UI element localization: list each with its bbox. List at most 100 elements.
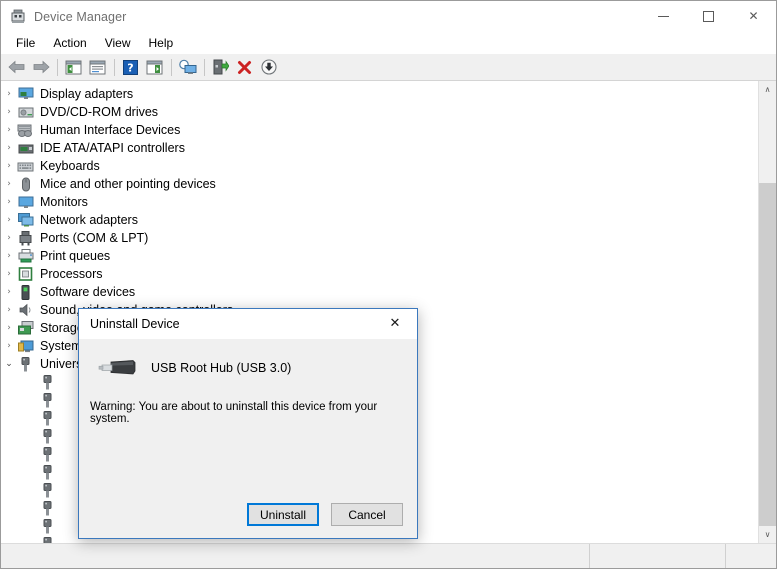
scan-for-hardware-changes-button[interactable]: [176, 56, 199, 78]
scroll-down-button[interactable]: ∨: [759, 526, 776, 543]
menu-help[interactable]: Help: [140, 34, 183, 53]
dialog-body: USB Root Hub (USB 3.0) Warning: You are …: [79, 339, 417, 538]
tree-node-monitors[interactable]: › Monitors: [1, 193, 758, 211]
tree-node-label: Human Interface Devices: [40, 123, 181, 137]
network-adapter-icon: [17, 212, 34, 228]
tree-node-software-devices[interactable]: › Software devices: [1, 283, 758, 301]
usb-device-icon: [39, 536, 56, 543]
update-driver-button[interactable]: [209, 56, 232, 78]
tree-node-label: Mice and other pointing devices: [40, 177, 216, 191]
chevron-right-icon[interactable]: ›: [1, 194, 17, 210]
usb-device-icon: [39, 446, 56, 462]
tree-node-processors[interactable]: › Processors: [1, 265, 758, 283]
tree-node-ide-ata-atapi-controllers[interactable]: › IDE ATA/ATAPI controllers: [1, 139, 758, 157]
uninstall-device-button[interactable]: [233, 56, 256, 78]
menu-action[interactable]: Action: [44, 34, 95, 53]
help-question-icon: ?: [123, 59, 138, 75]
minimize-button[interactable]: [641, 1, 686, 31]
usb-plug-icon: [97, 357, 137, 379]
properties-button[interactable]: [86, 56, 109, 78]
maximize-icon: [703, 10, 714, 22]
chevron-placeholder: [23, 482, 39, 498]
maximize-button[interactable]: [686, 1, 731, 31]
tree-node-label: Software devices: [40, 285, 136, 299]
tree-node-label: IDE ATA/ATAPI controllers: [40, 141, 185, 155]
tree-node-label: Network adapters: [40, 213, 138, 227]
chevron-right-icon[interactable]: ›: [1, 248, 17, 264]
tree-node-dvd-cdrom-drives[interactable]: › DVD/CD-ROM drives: [1, 103, 758, 121]
chevron-right-icon[interactable]: ›: [1, 158, 17, 174]
scrollbar-track[interactable]: [759, 98, 776, 526]
close-icon: ✕: [389, 316, 401, 331]
show-hide-console-tree-button[interactable]: [62, 56, 85, 78]
cancel-button[interactable]: Cancel: [331, 503, 403, 526]
chevron-right-icon[interactable]: ›: [1, 176, 17, 192]
title-bar: Device Manager ✕: [1, 1, 776, 32]
forward-button[interactable]: [29, 56, 52, 78]
dialog-close-button[interactable]: ✕: [373, 309, 417, 338]
window-title: Device Manager: [34, 9, 127, 24]
chevron-right-icon[interactable]: ›: [1, 212, 17, 228]
chevron-down-icon[interactable]: ⌄: [1, 356, 17, 372]
svg-text:?: ?: [127, 61, 133, 74]
tree-node-keyboards[interactable]: › Keyboards: [1, 157, 758, 175]
dialog-title: Uninstall Device: [90, 317, 180, 331]
chevron-right-icon[interactable]: ›: [1, 86, 17, 102]
uninstall-device-dialog: Uninstall Device ✕ USB Root Hub (USB 3.0…: [78, 308, 418, 539]
chevron-right-icon[interactable]: ›: [1, 302, 17, 318]
toolbar: ?: [1, 54, 776, 81]
vertical-scrollbar[interactable]: ∧ ∨: [758, 81, 776, 543]
device-manager-icon: [10, 9, 26, 25]
scan-monitor-icon: [179, 59, 197, 74]
show-hide-action-pane-button[interactable]: [143, 56, 166, 78]
status-message: [1, 544, 590, 568]
menu-file[interactable]: File: [7, 34, 44, 53]
update-driver-icon: [213, 59, 229, 75]
chevron-right-icon[interactable]: ›: [1, 284, 17, 300]
scrollbar-thumb[interactable]: [759, 98, 776, 183]
chevron-placeholder: [23, 464, 39, 480]
printer-icon: [17, 248, 34, 264]
chevron-right-icon[interactable]: ›: [1, 230, 17, 246]
ide-controller-icon: [17, 140, 34, 156]
chevron-right-icon[interactable]: ›: [1, 266, 17, 282]
dialog-device-row: USB Root Hub (USB 3.0): [79, 339, 417, 379]
uninstall-confirm-button[interactable]: Uninstall: [247, 503, 319, 526]
display-adapter-icon: [17, 86, 34, 102]
chevron-placeholder: [23, 392, 39, 408]
software-device-icon: [17, 284, 34, 300]
disable-device-button[interactable]: [257, 56, 280, 78]
tree-node-human-interface-devices[interactable]: › Human Interface Devices: [1, 121, 758, 139]
tree-node-network-adapters[interactable]: › Network adapters: [1, 211, 758, 229]
back-button[interactable]: [5, 56, 28, 78]
chevron-right-icon[interactable]: ›: [1, 104, 17, 120]
arrow-left-icon: [7, 60, 24, 74]
toolbar-separator: [114, 58, 115, 76]
tree-node-label: Print queues: [40, 249, 111, 263]
chevron-placeholder: [23, 518, 39, 534]
help-button[interactable]: ?: [119, 56, 142, 78]
tree-node-display-adapters[interactable]: › Display adapters: [1, 85, 758, 103]
scroll-up-button[interactable]: ∧: [759, 81, 776, 98]
usb-device-icon: [39, 374, 56, 390]
usb-controller-icon: [17, 356, 34, 372]
tree-node-print-queues[interactable]: › Print queues: [1, 247, 758, 265]
chevron-right-icon[interactable]: ›: [1, 320, 17, 336]
chevron-right-icon[interactable]: ›: [1, 338, 17, 354]
usb-device-icon: [39, 392, 56, 408]
tree-node-mice-and-other-pointing-devices[interactable]: › Mice and other pointing devices: [1, 175, 758, 193]
tree-node-ports[interactable]: › Ports (COM & LPT): [1, 229, 758, 247]
dialog-title-bar: Uninstall Device ✕: [79, 309, 417, 339]
usb-device-icon: [39, 518, 56, 534]
monitor-icon: [17, 194, 34, 210]
chevron-right-icon[interactable]: ›: [1, 140, 17, 156]
scrollbar-track-lower[interactable]: [759, 183, 776, 526]
close-button[interactable]: ✕: [731, 1, 776, 31]
usb-device-icon: [39, 464, 56, 480]
chevron-right-icon[interactable]: ›: [1, 122, 17, 138]
keyboard-icon: [17, 158, 34, 174]
menu-view[interactable]: View: [96, 34, 140, 53]
chevron-placeholder: [23, 410, 39, 426]
status-pane-2: [590, 544, 726, 568]
storage-controller-icon: [17, 320, 34, 336]
